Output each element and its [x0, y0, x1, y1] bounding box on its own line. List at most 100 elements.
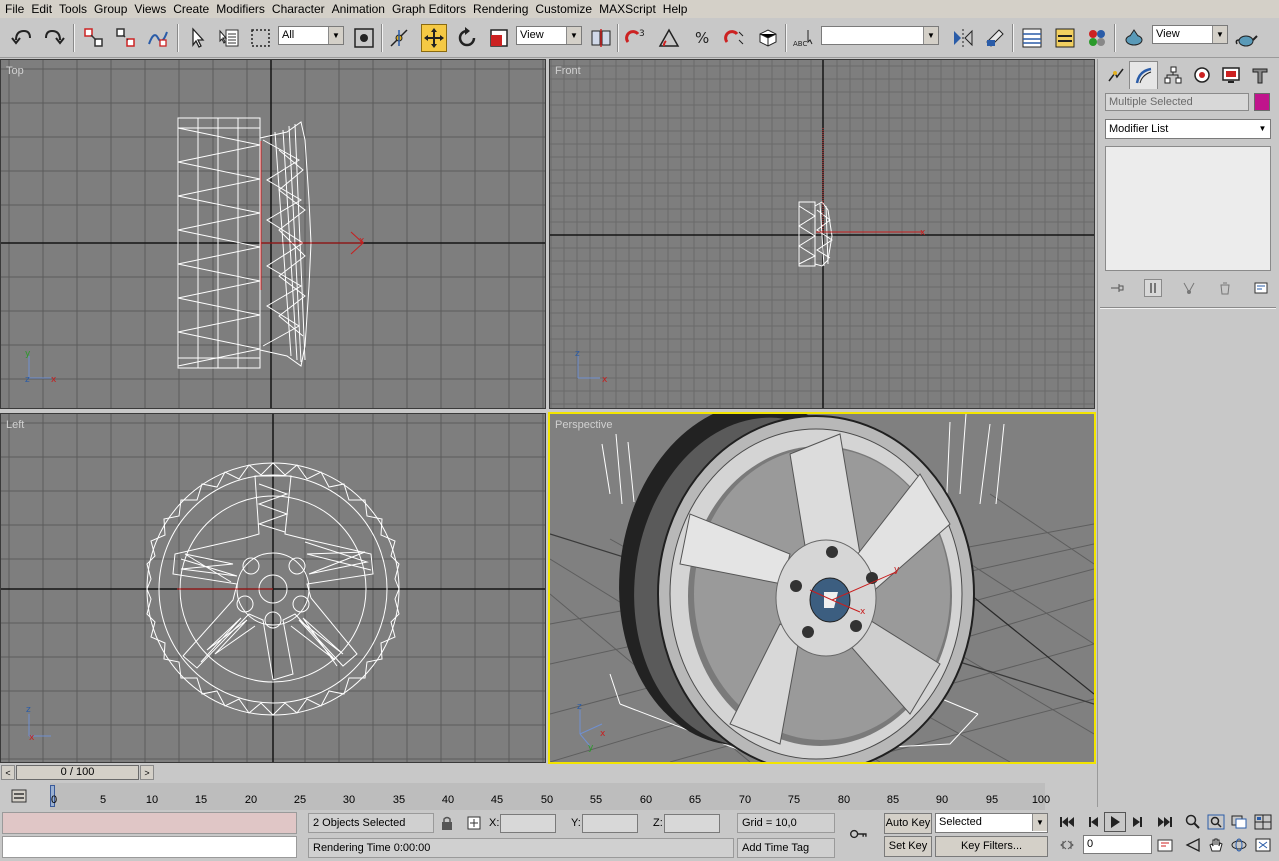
- menu-help[interactable]: Help: [661, 0, 693, 18]
- select-by-name-icon[interactable]: [216, 24, 242, 52]
- pan-hand-icon[interactable]: [1205, 835, 1227, 855]
- lock-selection-icon[interactable]: [436, 813, 458, 833]
- absolute-mode-transform-icon[interactable]: [463, 813, 485, 833]
- modify-tab-icon[interactable]: [1129, 61, 1158, 89]
- redo-icon[interactable]: [41, 24, 67, 52]
- field-of-view-icon[interactable]: [1182, 835, 1204, 855]
- pin-stack-icon[interactable]: [1108, 279, 1126, 297]
- snaps-toggle-icon[interactable]: 3: [623, 24, 649, 52]
- zoom-extents-icon[interactable]: [1228, 812, 1250, 832]
- quick-render-teapot-icon[interactable]: [1233, 24, 1259, 52]
- menu-group[interactable]: Group: [92, 0, 132, 18]
- select-and-manipulate-icon[interactable]: [386, 24, 412, 52]
- render-scene-icon[interactable]: [1121, 24, 1147, 52]
- z-coordinate-input[interactable]: [664, 814, 720, 833]
- go-to-end-icon[interactable]: [1154, 812, 1176, 832]
- select-and-move-icon[interactable]: [421, 24, 447, 52]
- maximize-viewport-icon[interactable]: [1252, 835, 1274, 855]
- select-and-link-icon[interactable]: [81, 24, 107, 52]
- maxscript-listener-output[interactable]: [2, 812, 297, 834]
- selection-filter-dropdown[interactable]: All ▼: [278, 26, 344, 45]
- next-frame-icon[interactable]: [1127, 812, 1149, 832]
- show-end-result-icon[interactable]: [1144, 279, 1162, 297]
- reference-coordinate-dropdown[interactable]: View ▼: [516, 26, 582, 45]
- track-bar[interactable]: 0 5 10 15 20 25 30 35 40 45 50 55 60 65 …: [0, 783, 1097, 810]
- object-color-swatch[interactable]: [1254, 93, 1270, 111]
- mini-curve-editor-icon[interactable]: [8, 786, 30, 806]
- zoom-extents-all-icon[interactable]: [1252, 812, 1274, 832]
- viewport-label-perspective[interactable]: Perspective: [555, 419, 612, 431]
- angle-snap-icon[interactable]: [656, 24, 682, 52]
- object-name-field[interactable]: Multiple Selected: [1105, 93, 1249, 111]
- undo-icon[interactable]: [9, 24, 35, 52]
- modifier-list-dropdown[interactable]: Modifier List ▼: [1105, 119, 1271, 139]
- menu-create[interactable]: Create: [171, 0, 214, 18]
- menu-file[interactable]: File: [3, 0, 29, 18]
- select-and-rotate-icon[interactable]: [454, 24, 480, 52]
- menu-rendering[interactable]: Rendering: [471, 0, 533, 18]
- window-crossing-icon[interactable]: [351, 24, 377, 52]
- time-slider-thumb[interactable]: 0 / 100: [16, 765, 139, 780]
- percent-snap-icon[interactable]: %: [690, 24, 716, 52]
- hierarchy-tab-icon[interactable]: [1158, 61, 1187, 89]
- zoom-icon[interactable]: [1182, 812, 1204, 832]
- layer-manager-icon[interactable]: [1019, 24, 1045, 52]
- menu-modifiers[interactable]: Modifiers: [214, 0, 270, 18]
- menu-edit[interactable]: Edit: [29, 0, 57, 18]
- configure-modifier-sets-icon[interactable]: [1252, 279, 1270, 297]
- motion-tab-icon[interactable]: [1187, 61, 1216, 89]
- pivot-center-icon[interactable]: [588, 24, 614, 52]
- add-time-tag-button[interactable]: Add Time Tag: [737, 838, 835, 858]
- viewport-label-top[interactable]: Top: [6, 65, 24, 77]
- viewport-left[interactable]: Left z x: [0, 413, 546, 763]
- auto-key-button[interactable]: Auto Key: [884, 813, 932, 834]
- menu-character[interactable]: Character: [270, 0, 330, 18]
- menu-tools[interactable]: Tools: [57, 0, 92, 18]
- time-slider[interactable]: < 0 / 100 >: [0, 764, 1097, 781]
- make-unique-icon[interactable]: [1180, 279, 1198, 297]
- play-icon[interactable]: [1104, 812, 1126, 832]
- time-slider-next-icon[interactable]: >: [140, 765, 154, 780]
- bind-to-space-warp-icon[interactable]: [145, 24, 171, 52]
- viewport-front[interactable]: Front x z x: [549, 59, 1095, 409]
- arc-rotate-icon[interactable]: [1228, 835, 1250, 855]
- rectangular-selection-icon[interactable]: [248, 24, 274, 52]
- menu-customize[interactable]: Customize: [533, 0, 597, 18]
- spinner-snap-icon[interactable]: [722, 24, 748, 52]
- viewport-perspective[interactable]: Perspective y x z x y: [548, 412, 1096, 764]
- render-view-dropdown[interactable]: View ▼: [1152, 25, 1228, 44]
- named-selection-dropdown[interactable]: ▼: [821, 26, 939, 45]
- display-tab-icon[interactable]: [1216, 61, 1245, 89]
- y-coordinate-input[interactable]: [582, 814, 638, 833]
- previous-frame-icon[interactable]: [1082, 812, 1104, 832]
- x-coordinate-input[interactable]: [500, 814, 556, 833]
- set-key-button[interactable]: Set Key: [884, 836, 932, 857]
- go-to-start-icon[interactable]: [1056, 812, 1078, 832]
- set-key-key-icon[interactable]: [846, 822, 872, 846]
- align-icon[interactable]: [982, 24, 1008, 52]
- select-object-icon[interactable]: [184, 24, 210, 52]
- named-selection-sets-icon[interactable]: ABC: [791, 24, 817, 52]
- key-mode-dropdown[interactable]: Selected ▼: [935, 813, 1048, 833]
- maxscript-listener-input[interactable]: [2, 836, 297, 858]
- unlink-selection-icon[interactable]: [113, 24, 139, 52]
- viewport-label-front[interactable]: Front: [555, 65, 581, 77]
- current-frame-field[interactable]: 0: [1083, 835, 1152, 854]
- time-slider-prev-icon[interactable]: <: [1, 765, 15, 780]
- material-editor-icon[interactable]: [1084, 24, 1110, 52]
- menu-animation[interactable]: Animation: [330, 0, 390, 18]
- time-configuration-icon[interactable]: [1154, 835, 1176, 855]
- viewport-label-left[interactable]: Left: [6, 419, 24, 431]
- select-and-scale-icon[interactable]: [486, 24, 512, 52]
- create-tab-icon[interactable]: [1100, 61, 1129, 89]
- menu-maxscript[interactable]: MAXScript: [597, 0, 661, 18]
- key-filters-button[interactable]: Key Filters...: [935, 836, 1048, 857]
- remove-modifier-icon[interactable]: [1216, 279, 1234, 297]
- menu-views[interactable]: Views: [132, 0, 171, 18]
- mirror-icon[interactable]: [950, 24, 976, 52]
- edit-named-selection-icon[interactable]: [755, 24, 781, 52]
- menu-graph-editors[interactable]: Graph Editors: [390, 0, 471, 18]
- curve-editor-icon[interactable]: [1052, 24, 1078, 52]
- viewport-top[interactable]: Top x y z x: [0, 59, 546, 409]
- key-mode-toggle-icon[interactable]: [1056, 835, 1078, 855]
